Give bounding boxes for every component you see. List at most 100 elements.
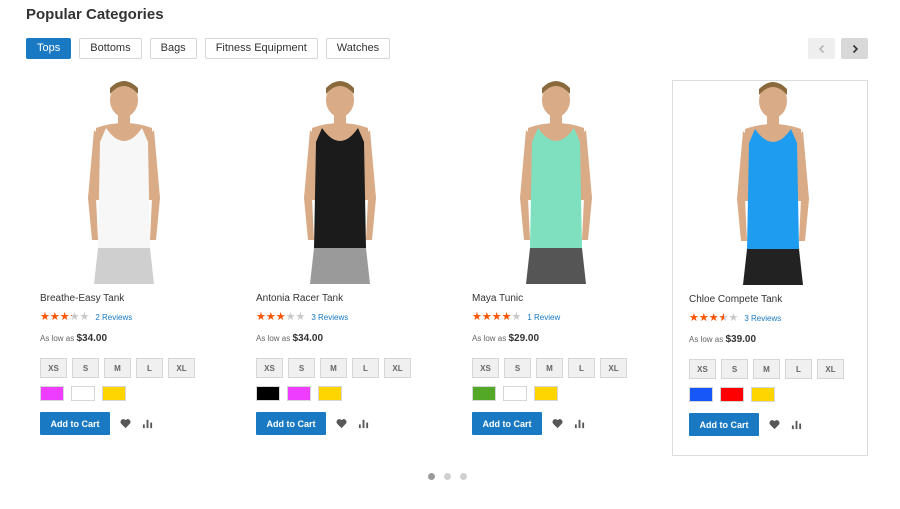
size-option-xl[interactable]: XL xyxy=(817,359,844,379)
size-option-l[interactable]: L xyxy=(568,358,595,378)
rating-stars-icon: ★★★★★★★★★★ xyxy=(689,312,739,324)
add-to-cart-button[interactable]: Add to Cart xyxy=(256,412,326,435)
product-image[interactable] xyxy=(260,80,420,284)
price-value: $39.00 xyxy=(725,334,757,345)
color-swatch[interactable] xyxy=(40,386,64,401)
size-option-xs[interactable]: XS xyxy=(689,359,716,379)
color-swatch[interactable] xyxy=(689,387,713,402)
product-name[interactable]: Chloe Compete Tank xyxy=(689,294,865,305)
product-name[interactable]: Maya Tunic xyxy=(472,293,648,304)
category-tabs: Tops Bottoms Bags Fitness Equipment Watc… xyxy=(26,38,391,59)
size-option-m[interactable]: M xyxy=(536,358,563,378)
color-swatch[interactable] xyxy=(720,387,744,402)
chevron-right-icon xyxy=(852,44,858,53)
model-photo-icon xyxy=(88,81,160,284)
carousel-dot[interactable] xyxy=(428,473,435,480)
price-prefix: As low as xyxy=(472,334,507,343)
size-option-xl[interactable]: XL xyxy=(384,358,411,378)
product-card[interactable]: Chloe Compete Tank ★★★★★★★★★★ 3 Reviews … xyxy=(672,80,868,456)
size-options: XS S M L XL xyxy=(472,358,648,378)
product-rating: ★★★★★★★★★★ 3 Reviews xyxy=(256,311,432,323)
model-photo-icon xyxy=(520,81,592,284)
carousel-next-button[interactable] xyxy=(841,38,868,59)
add-to-compare-button[interactable] xyxy=(140,417,154,431)
size-option-xl[interactable]: XL xyxy=(168,358,195,378)
product-carousel: Breathe-Easy Tank ★★★★★★★★★★ 2 Reviews A… xyxy=(24,80,872,456)
reviews-link[interactable]: 3 Reviews xyxy=(311,313,348,322)
carousel-dot[interactable] xyxy=(444,473,451,480)
color-swatch[interactable] xyxy=(287,386,311,401)
tab-bags[interactable]: Bags xyxy=(149,38,197,59)
product-actions: Add to Cart xyxy=(256,412,432,435)
model-photo-icon xyxy=(737,82,809,285)
add-to-compare-button[interactable] xyxy=(356,417,370,431)
heart-icon xyxy=(119,419,131,429)
size-option-s[interactable]: S xyxy=(288,358,315,378)
tab-bottoms[interactable]: Bottoms xyxy=(79,38,142,59)
color-swatch[interactable] xyxy=(503,386,527,401)
color-swatch[interactable] xyxy=(472,386,496,401)
color-swatch[interactable] xyxy=(102,386,126,401)
color-swatch[interactable] xyxy=(318,386,342,401)
add-to-wishlist-button[interactable] xyxy=(550,417,564,431)
compare-bars-icon xyxy=(791,420,801,430)
size-option-xs[interactable]: XS xyxy=(40,358,67,378)
add-to-wishlist-button[interactable] xyxy=(334,417,348,431)
carousel-arrows xyxy=(808,38,868,59)
tab-tops[interactable]: Tops xyxy=(26,38,72,59)
add-to-compare-button[interactable] xyxy=(572,417,586,431)
price-value: $34.00 xyxy=(292,333,324,344)
product-name[interactable]: Antonia Racer Tank xyxy=(256,293,432,304)
size-option-m[interactable]: M xyxy=(104,358,131,378)
product-image[interactable] xyxy=(693,81,853,285)
product-card[interactable]: Breathe-Easy Tank ★★★★★★★★★★ 2 Reviews A… xyxy=(24,80,220,456)
add-to-wishlist-button[interactable] xyxy=(118,417,132,431)
size-options: XS S M L XL xyxy=(689,359,865,379)
product-image[interactable] xyxy=(476,80,636,284)
color-swatch[interactable] xyxy=(751,387,775,402)
product-price: As low as $39.00 xyxy=(689,334,865,345)
tab-watches[interactable]: Watches xyxy=(325,38,391,59)
reviews-link[interactable]: 1 Review xyxy=(527,313,560,322)
color-swatch[interactable] xyxy=(256,386,280,401)
heart-icon xyxy=(768,420,780,430)
size-option-m[interactable]: M xyxy=(320,358,347,378)
product-price: As low as $34.00 xyxy=(256,333,432,344)
size-option-xs[interactable]: XS xyxy=(256,358,283,378)
product-card[interactable]: Maya Tunic ★★★★★★★★★★ 1 Review As low as… xyxy=(456,80,652,456)
color-swatch[interactable] xyxy=(71,386,95,401)
size-option-m[interactable]: M xyxy=(753,359,780,379)
reviews-link[interactable]: 3 Reviews xyxy=(744,314,781,323)
size-options: XS S M L XL xyxy=(40,358,216,378)
size-option-l[interactable]: L xyxy=(785,359,812,379)
add-to-wishlist-button[interactable] xyxy=(767,418,781,432)
heart-icon xyxy=(335,419,347,429)
size-option-l[interactable]: L xyxy=(136,358,163,378)
compare-bars-icon xyxy=(574,419,584,429)
size-option-xs[interactable]: XS xyxy=(472,358,499,378)
product-rating: ★★★★★★★★★★ 2 Reviews xyxy=(40,311,216,323)
size-option-s[interactable]: S xyxy=(721,359,748,379)
product-image[interactable] xyxy=(44,80,204,284)
carousel-dot[interactable] xyxy=(460,473,467,480)
reviews-link[interactable]: 2 Reviews xyxy=(95,313,132,322)
tab-fitness-equipment[interactable]: Fitness Equipment xyxy=(204,38,318,59)
size-option-l[interactable]: L xyxy=(352,358,379,378)
product-name[interactable]: Breathe-Easy Tank xyxy=(40,293,216,304)
color-swatches xyxy=(689,387,865,402)
carousel-prev-button[interactable] xyxy=(808,38,835,59)
add-to-cart-button[interactable]: Add to Cart xyxy=(40,412,110,435)
size-option-xl[interactable]: XL xyxy=(600,358,627,378)
product-rating: ★★★★★★★★★★ 1 Review xyxy=(472,311,648,323)
rating-stars-icon: ★★★★★★★★★★ xyxy=(256,311,306,323)
add-to-cart-button[interactable]: Add to Cart xyxy=(472,412,542,435)
price-prefix: As low as xyxy=(40,334,75,343)
product-card[interactable]: Antonia Racer Tank ★★★★★★★★★★ 3 Reviews … xyxy=(240,80,436,456)
size-option-s[interactable]: S xyxy=(504,358,531,378)
heart-icon xyxy=(551,419,563,429)
add-to-cart-button[interactable]: Add to Cart xyxy=(689,413,759,436)
size-option-s[interactable]: S xyxy=(72,358,99,378)
add-to-compare-button[interactable] xyxy=(789,418,803,432)
rating-stars-icon: ★★★★★★★★★★ xyxy=(40,311,90,323)
color-swatch[interactable] xyxy=(534,386,558,401)
